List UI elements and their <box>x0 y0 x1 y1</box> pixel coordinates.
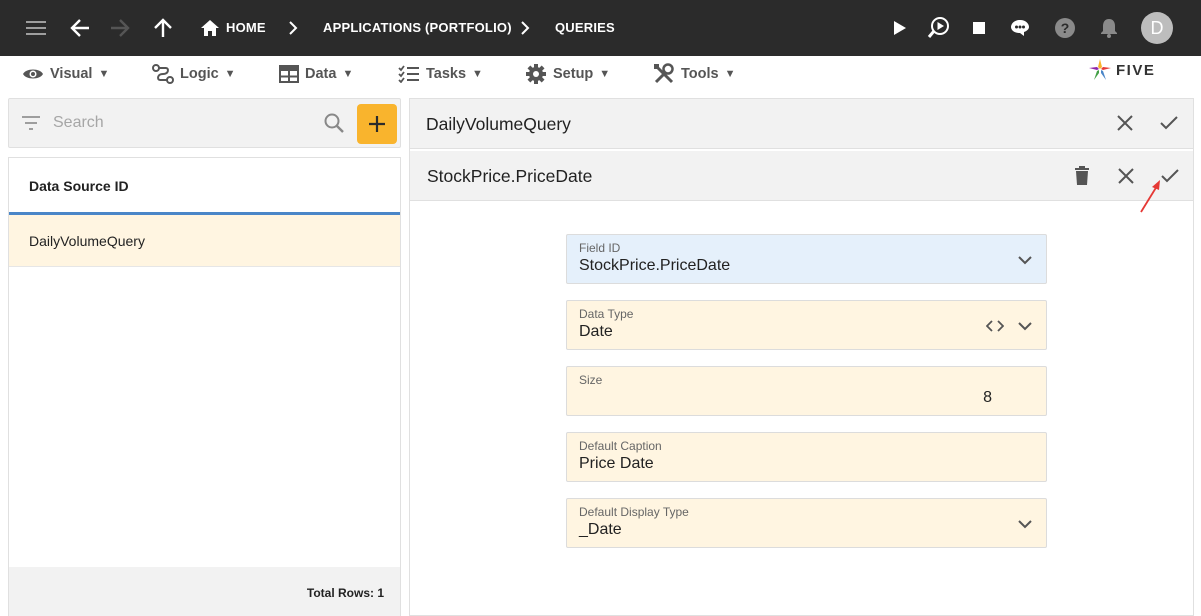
subrecord-title: StockPrice.PriceDate <box>427 166 593 186</box>
annotation-arrow-icon <box>1138 178 1164 214</box>
chevron-right-icon <box>281 16 305 40</box>
menu-data[interactable]: Data ▼ <box>279 62 353 86</box>
field-label: Default Display Type <box>579 505 689 519</box>
caret-down-icon: ▼ <box>472 68 483 80</box>
record-header: DailyVolumeQuery <box>410 99 1193 149</box>
five-logo: FIVE <box>1088 58 1155 82</box>
hamburger-menu-icon[interactable] <box>24 16 48 40</box>
top-bar: HOME APPLICATIONS (PORTFOLIO) QUERIES ? … <box>0 0 1201 56</box>
menu-visual[interactable]: Visual ▼ <box>22 62 109 86</box>
caret-down-icon: ▼ <box>98 68 110 80</box>
list-column-header[interactable]: Data Source ID <box>9 158 400 215</box>
breadcrumb-home[interactable]: HOME <box>226 20 266 35</box>
detail-panel: DailyVolumeQuery StockPrice.PriceDate Fi… <box>409 98 1194 616</box>
search-input[interactable] <box>53 113 313 133</box>
assistant-icon[interactable] <box>1008 16 1032 40</box>
run-search-icon[interactable] <box>927 16 951 40</box>
list-footer: Total Rows: 1 <box>9 567 400 616</box>
logic-icon <box>152 64 174 84</box>
data-source-list: Data Source ID DailyVolumeQuery Total Ro… <box>8 157 401 616</box>
list-item[interactable]: DailyVolumeQuery <box>9 215 400 267</box>
column-header-label: Data Source ID <box>29 178 129 194</box>
chevron-right-icon <box>513 16 537 40</box>
field-label: Default Caption <box>579 439 662 453</box>
caret-down-icon: ▼ <box>724 68 736 80</box>
play-icon[interactable] <box>888 16 912 40</box>
svg-text:?: ? <box>1061 20 1070 36</box>
list-item-label: DailyVolumeQuery <box>29 233 145 249</box>
menu-visual-label: Visual <box>50 66 93 82</box>
menu-logic-label: Logic <box>180 66 219 82</box>
menu-logic[interactable]: Logic ▼ <box>152 62 236 86</box>
menu-data-label: Data <box>305 66 337 82</box>
menu-tools-label: Tools <box>681 66 719 82</box>
chevron-down-icon[interactable] <box>1013 512 1037 536</box>
default-display-type-select[interactable]: Default Display Type _Date <box>566 498 1047 548</box>
menu-bar: Visual ▼ Logic ▼ Data ▼ Tasks ▼ Setup ▼ … <box>0 56 1201 92</box>
search-bar <box>8 98 401 148</box>
tools-icon <box>653 63 675 85</box>
field-label: Data Type <box>579 307 634 321</box>
filter-icon[interactable] <box>21 115 41 131</box>
home-icon[interactable] <box>198 16 222 40</box>
caret-down-icon: ▼ <box>342 68 354 80</box>
close-icon[interactable] <box>1114 164 1138 188</box>
record-title: DailyVolumeQuery <box>426 114 571 134</box>
up-arrow-icon[interactable] <box>151 16 175 40</box>
five-logo-text: FIVE <box>1116 61 1156 79</box>
search-icon[interactable] <box>323 112 345 134</box>
chevron-down-icon[interactable] <box>1013 248 1037 272</box>
field-value: Date <box>579 323 613 340</box>
field-value: _Date <box>579 521 622 538</box>
help-icon[interactable]: ? <box>1053 16 1077 40</box>
field-value: Price Date <box>579 455 654 472</box>
field-label: Field ID <box>579 241 621 255</box>
menu-tasks[interactable]: Tasks ▼ <box>398 62 483 86</box>
caret-down-icon: ▼ <box>224 68 236 80</box>
user-avatar[interactable]: D <box>1141 12 1173 44</box>
back-arrow-icon[interactable] <box>68 16 92 40</box>
menu-tasks-label: Tasks <box>426 66 467 82</box>
add-button[interactable] <box>357 104 397 144</box>
field-label: Size <box>579 373 603 387</box>
field-value: StockPrice.PriceDate <box>579 257 731 274</box>
menu-tools[interactable]: Tools ▼ <box>653 62 735 86</box>
breadcrumb-queries[interactable]: QUERIES <box>555 20 615 35</box>
stop-icon[interactable] <box>967 16 991 40</box>
tasks-icon <box>398 65 420 83</box>
bell-icon[interactable] <box>1097 16 1121 40</box>
menu-setup-label: Setup <box>553 66 594 82</box>
total-rows: Total Rows: 1 <box>306 586 384 600</box>
chevron-down-icon[interactable] <box>1013 314 1037 338</box>
gear-icon <box>525 63 547 85</box>
caret-down-icon: ▼ <box>599 68 611 80</box>
forward-arrow-icon[interactable] <box>108 16 132 40</box>
close-icon[interactable] <box>1113 111 1137 135</box>
menu-setup[interactable]: Setup ▼ <box>525 62 610 86</box>
code-icon[interactable] <box>983 314 1007 338</box>
plus-icon <box>369 116 385 132</box>
field-id-select[interactable]: Field ID StockPrice.PriceDate <box>566 234 1047 284</box>
delete-icon[interactable] <box>1070 164 1094 188</box>
data-type-select[interactable]: Data Type Date <box>566 300 1047 350</box>
default-caption-field[interactable]: Default Caption Price Date <box>566 432 1047 482</box>
five-logo-mark <box>1089 59 1111 80</box>
breadcrumb-applications[interactable]: APPLICATIONS (PORTFOLIO) <box>323 20 512 35</box>
field-value: 8 <box>983 389 992 406</box>
eye-icon <box>22 66 44 82</box>
subrecord-header: StockPrice.PriceDate <box>410 151 1193 201</box>
size-field[interactable]: Size 8 <box>566 366 1047 416</box>
table-icon <box>279 65 299 83</box>
save-check-icon[interactable] <box>1157 111 1181 135</box>
